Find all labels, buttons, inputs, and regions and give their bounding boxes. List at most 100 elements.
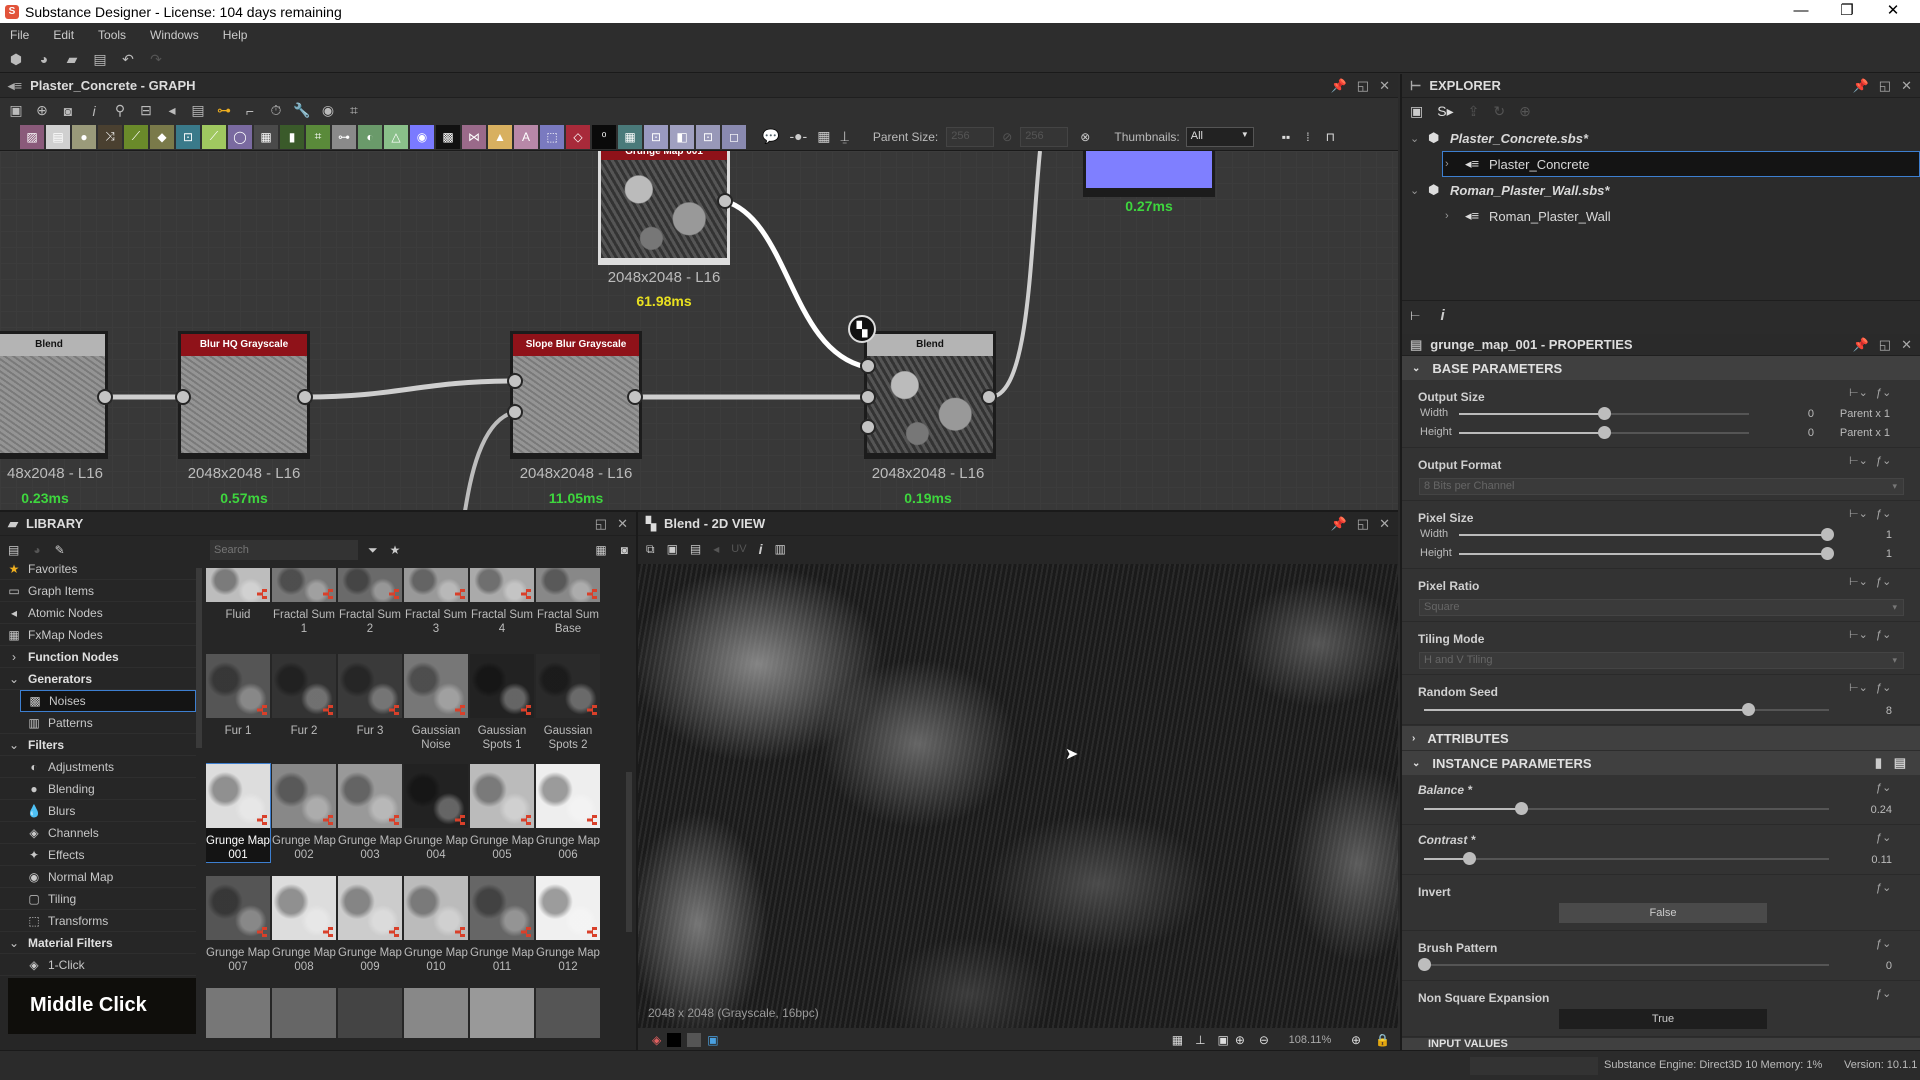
library-tree-item[interactable]: ◈ Channels: [0, 822, 196, 844]
output-port[interactable]: [97, 389, 113, 405]
section-input-values[interactable]: INPUT VALUES: [1402, 1038, 1920, 1050]
info-icon[interactable]: i: [84, 101, 104, 121]
library-tile[interactable]: Gaussian Spots 1: [470, 654, 534, 752]
function-icon[interactable]: ƒ⌄: [1876, 628, 1891, 641]
align-vertical-icon[interactable]: ⁞: [1306, 130, 1309, 144]
input-port[interactable]: [507, 373, 523, 389]
reset-zoom-icon[interactable]: ⊕: [1235, 1033, 1245, 1047]
menu-tools[interactable]: Tools: [98, 28, 126, 42]
preset-menu-icon[interactable]: ▤: [1894, 755, 1906, 771]
width-value[interactable]: 0: [1802, 408, 1814, 420]
atomic-node-button[interactable]: ▦: [254, 124, 278, 149]
redo-icon[interactable]: ↷: [146, 49, 166, 69]
clipboard-icon[interactable]: ▤: [690, 542, 701, 556]
atomic-node-button[interactable]: ▨: [20, 124, 44, 149]
thumbnails-select[interactable]: All ▼: [1185, 126, 1254, 147]
atomic-node-button[interactable]: ⌗: [306, 124, 330, 149]
graph-row[interactable]: › ◂≡ Roman_Plaster_Wall: [1402, 203, 1920, 229]
output-width-slider[interactable]: [1459, 407, 1749, 420]
connector-icon[interactable]: ⌐: [240, 101, 260, 121]
minimize-button[interactable]: —: [1778, 0, 1824, 23]
reset-zoom-icon[interactable]: ⊕: [32, 101, 52, 121]
atomic-node-button[interactable]: ◯: [228, 124, 252, 149]
library-tile[interactable]: Fractal Sum 2: [338, 568, 402, 636]
package-row[interactable]: ⌄ ⬢ Plaster_Concrete.sbs*: [1402, 125, 1920, 151]
frame-all-icon[interactable]: ▣: [6, 101, 26, 121]
menu-windows[interactable]: Windows: [150, 28, 199, 42]
parent-size-width-select[interactable]: 256: [946, 126, 995, 147]
atomic-node-button[interactable]: ◇: [566, 124, 590, 149]
library-tile[interactable]: Fluid: [206, 568, 270, 622]
pixel-ratio-select[interactable]: Square: [1419, 599, 1904, 616]
atomic-node-button[interactable]: ◻: [722, 124, 746, 149]
pin-icon[interactable]: 📌: [1331, 78, 1347, 94]
pixel-ratio-icon[interactable]: ⊥: [1195, 1033, 1205, 1047]
library-tile[interactable]: [206, 988, 270, 1038]
pin-icon[interactable]: 📌: [1853, 337, 1869, 353]
share-icon[interactable]: ◂: [713, 542, 719, 556]
library-tree-item[interactable]: ▦ FxMap Nodes: [0, 624, 196, 646]
zoom-level[interactable]: 108.11%: [1275, 1034, 1345, 1046]
new-graph-icon[interactable]: ◕: [34, 49, 54, 69]
function-icon[interactable]: ƒ⌄: [1876, 681, 1891, 694]
atomic-node-button[interactable]: ▩: [436, 124, 460, 149]
atomic-node-button[interactable]: ⊶: [332, 124, 356, 149]
library-tile[interactable]: [536, 988, 600, 1038]
height-value[interactable]: 0: [1802, 427, 1814, 439]
graph-layout-icon[interactable]: ◂: [162, 101, 182, 121]
input-port[interactable]: [507, 404, 523, 420]
view-2d-image[interactable]: 2048 x 2048 (Grayscale, 16bpc) ➤: [638, 564, 1398, 1028]
atomic-node-button[interactable]: ⋈: [462, 124, 486, 149]
slider-knob[interactable]: [1598, 407, 1611, 420]
reload-icon[interactable]: ↻: [1493, 103, 1505, 120]
library-tree-item[interactable]: ▢ Tiling: [0, 888, 196, 910]
contrast-value[interactable]: 0.11: [1852, 854, 1892, 866]
output-format-select[interactable]: 8 Bits per Channel: [1419, 478, 1904, 495]
slider-knob[interactable]: [1742, 703, 1755, 716]
library-search-input[interactable]: [210, 540, 358, 560]
library-tile[interactable]: Fur 3: [338, 654, 402, 738]
library-tile[interactable]: Grunge Map 006: [536, 764, 600, 862]
comment-icon[interactable]: 💬: [762, 128, 779, 145]
input-port[interactable]: [175, 389, 191, 405]
library-tree-item[interactable]: ● Blending: [0, 778, 196, 800]
slider-knob[interactable]: [1598, 426, 1611, 439]
search-icon[interactable]: ⚲: [110, 101, 130, 121]
library-tree-item[interactable]: ▭ Graph Items: [0, 580, 196, 602]
library-tile[interactable]: Fractal Sum 1: [272, 568, 336, 636]
inherit-icon[interactable]: ⊢⌄: [1849, 454, 1868, 467]
dot-icon[interactable]: -●-: [789, 128, 807, 145]
atomic-node-button[interactable]: ◉: [410, 124, 434, 149]
input-port[interactable]: [860, 389, 876, 405]
chevron-down-icon[interactable]: ⌄: [1410, 184, 1428, 197]
tree-scrollbar[interactable]: [196, 568, 202, 748]
library-tree-item[interactable]: ◈ 1-Click: [0, 954, 196, 976]
output-port[interactable]: [297, 389, 313, 405]
slider-knob[interactable]: [1821, 528, 1834, 541]
tile-grid-icon[interactable]: ▦: [1172, 1033, 1183, 1047]
graph-canvas[interactable]: Blend 48x2048 - L16 0.23ms Blur HQ Grays…: [0, 151, 1398, 510]
inherit-icon[interactable]: ⊢⌄: [1849, 681, 1868, 694]
background-black-swatch[interactable]: [667, 1033, 682, 1047]
open-icon[interactable]: ▰: [62, 49, 82, 69]
library-tile[interactable]: Grunge Map 003: [338, 764, 402, 862]
balance-value[interactable]: 0.24: [1852, 804, 1892, 816]
background-gray-swatch[interactable]: [687, 1033, 702, 1047]
frame-icon[interactable]: ▤: [188, 101, 208, 121]
library-tree-item[interactable]: ⌄ Filters: [0, 734, 196, 756]
histogram-icon[interactable]: ▥: [774, 542, 785, 556]
library-tile[interactable]: Fur 1: [206, 654, 270, 738]
library-tree-item[interactable]: ◂ Atomic Nodes: [0, 602, 196, 624]
undo-icon[interactable]: ↶: [118, 49, 138, 69]
contrast-slider[interactable]: [1424, 852, 1829, 865]
node-blend-right[interactable]: Blend: [864, 331, 996, 459]
atomic-node-button[interactable]: ⊡: [176, 124, 200, 149]
channels-icon[interactable]: ◈: [652, 1033, 661, 1047]
atomic-node-button[interactable]: ⊡: [696, 124, 720, 149]
section-attributes[interactable]: › ATTRIBUTES: [1402, 726, 1920, 750]
library-tree-item[interactable]: ✦ Effects: [0, 844, 196, 866]
library-tile[interactable]: Fractal Sum 4: [470, 568, 534, 636]
height-value[interactable]: 1: [1872, 548, 1892, 560]
brush-pattern-slider[interactable]: [1418, 958, 1829, 971]
library-tree-item[interactable]: ◐ Adjustments: [0, 756, 196, 778]
